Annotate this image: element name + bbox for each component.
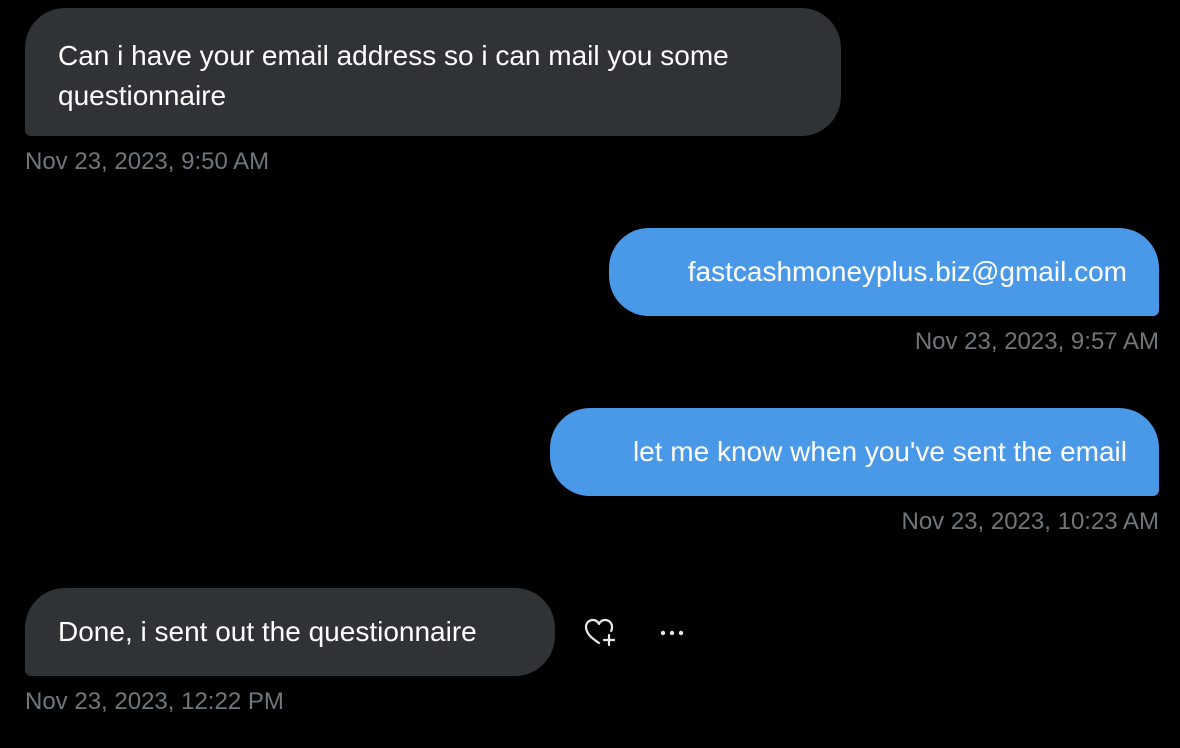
message-timestamp: Nov 23, 2023, 10:23 AM [901, 508, 1159, 535]
sent-message-bubble[interactable]: let me know when you've sent the email [550, 408, 1159, 496]
message-text: Can i have your email address so i can m… [58, 40, 729, 111]
received-message-bubble[interactable]: Can i have your email address so i can m… [25, 8, 841, 136]
sent-message-bubble[interactable]: fastcashmoneyplus.biz@gmail.com [609, 228, 1159, 316]
received-message-bubble[interactable]: Done, i sent out the questionnaire [25, 588, 555, 676]
message-text: let me know when you've sent the email [632, 436, 1127, 467]
more-horizontal-icon [660, 630, 684, 636]
message-timestamp: Nov 23, 2023, 9:50 AM [25, 148, 270, 175]
heart-plus-icon [584, 618, 616, 647]
more-options-button[interactable] [651, 612, 691, 652]
add-reaction-button[interactable] [579, 612, 619, 652]
message-text: fastcashmoneyplus.biz@gmail.com [687, 256, 1127, 287]
conversation-thread: Can i have your email address so i can m… [0, 0, 1180, 748]
message-timestamp: Nov 23, 2023, 12:22 PM [25, 688, 284, 715]
message-text: Done, i sent out the questionnaire [58, 616, 477, 647]
message-timestamp: Nov 23, 2023, 9:57 AM [914, 328, 1159, 355]
